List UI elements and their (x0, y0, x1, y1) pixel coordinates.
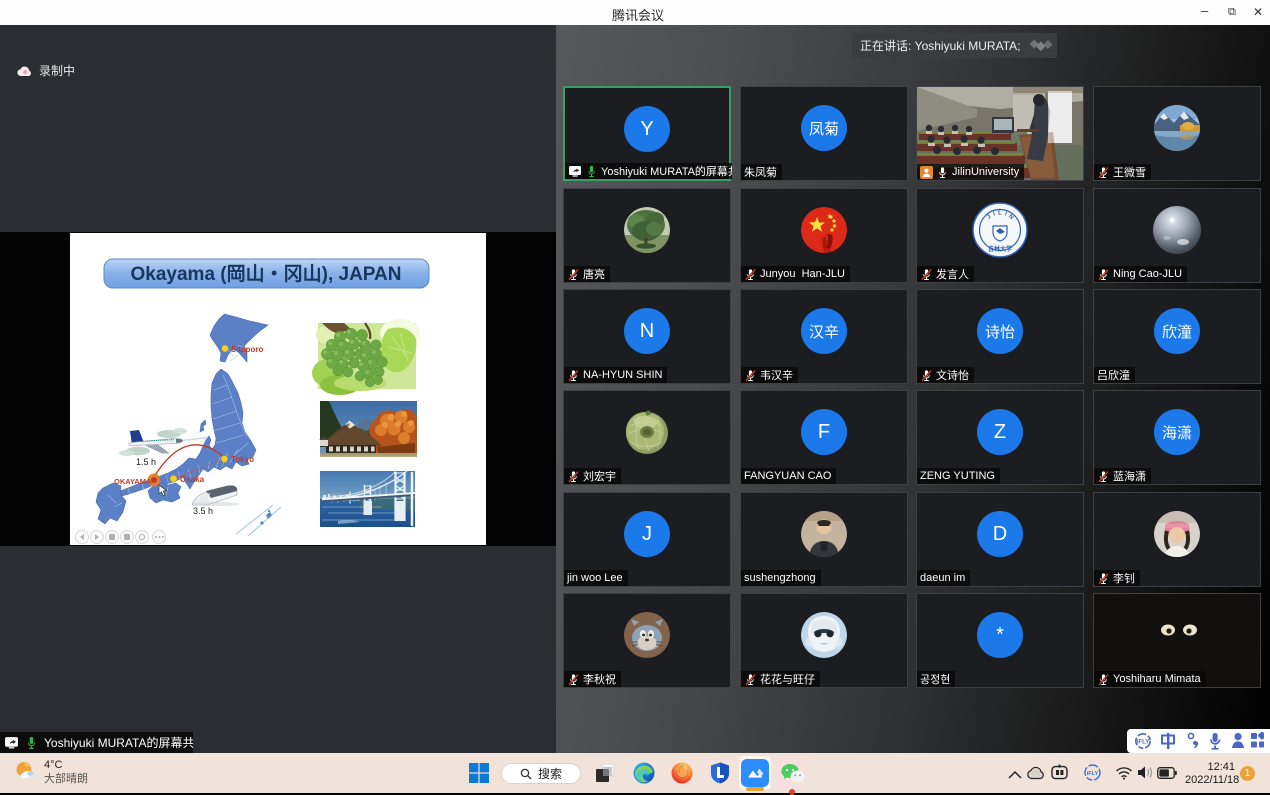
svg-text:Tokyo: Tokyo (231, 455, 254, 464)
svg-text:OKAYAMA: OKAYAMA (114, 477, 152, 486)
svg-text:L: L (998, 211, 1002, 217)
svg-text:iFLY: iFLY (1087, 771, 1099, 777)
svg-text:3.5 h: 3.5 h (193, 506, 213, 516)
svg-text:iFLY: iFLY (1137, 740, 1149, 746)
svg-text:Osaka: Osaka (180, 475, 205, 484)
svg-text:Sapporo: Sapporo (231, 345, 264, 354)
svg-text:1.5 h: 1.5 h (136, 457, 156, 467)
svg-text:Okayama (岡山・冈山), JAPAN: Okayama (岡山・冈山), JAPAN (131, 263, 402, 285)
svg-text:吉林大学: 吉林大学 (988, 245, 1012, 253)
